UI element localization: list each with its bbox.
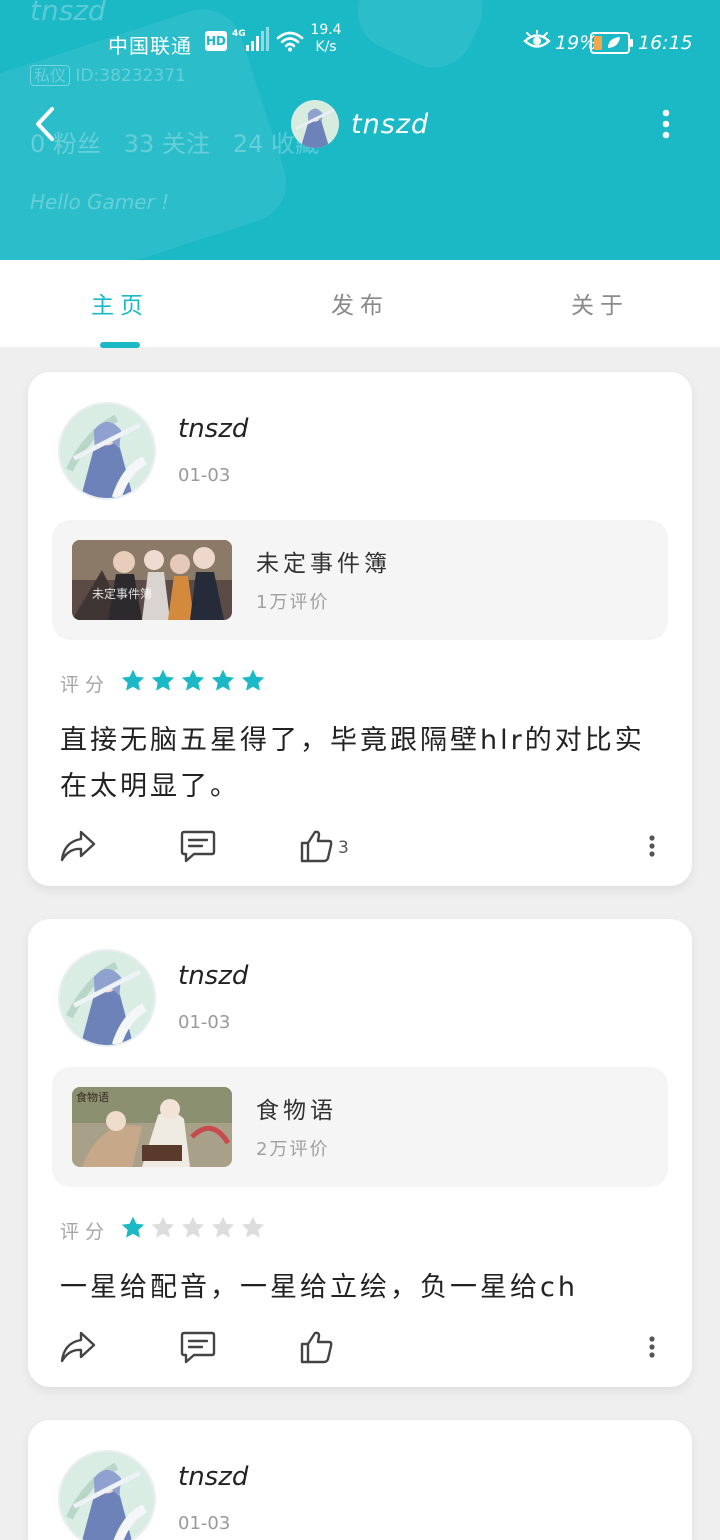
post-card[interactable]: tnszd 01-03 未定事件簿 未定事件簿 1万评价 评分 直接无脑五星得了…	[28, 372, 692, 886]
game-cover-text: 食物语	[76, 1090, 109, 1104]
avatar[interactable]	[58, 402, 156, 500]
game-link[interactable]: 未定事件簿 未定事件簿 1万评价	[52, 520, 668, 640]
speed-unit: K/s	[315, 39, 337, 55]
game-name: 未定事件簿	[256, 551, 391, 577]
post-date: 01-03	[178, 1513, 231, 1534]
share-icon	[60, 830, 96, 862]
tab-home[interactable]: 主页	[60, 286, 180, 320]
post-actions	[28, 1327, 692, 1367]
game-thumbnail: 未定事件簿	[72, 540, 232, 620]
share-button[interactable]	[60, 1327, 96, 1367]
like-button[interactable]	[300, 1327, 338, 1367]
header-bg-badge: 私仪	[30, 65, 71, 86]
network-type: 4G	[232, 29, 246, 39]
post-card[interactable]: tnszd 01-03	[28, 1420, 692, 1540]
star-icon	[181, 1216, 205, 1238]
comment-icon	[180, 830, 216, 863]
header-bg-stats: 0 粉丝 33 关注 24 收藏	[30, 130, 320, 158]
star-icon	[181, 669, 205, 691]
game-cover-image: 食物语	[72, 1087, 232, 1167]
more-options-button[interactable]	[650, 104, 682, 144]
star-icon	[211, 1216, 235, 1238]
share-icon	[60, 1331, 96, 1363]
game-name: 食物语	[256, 1098, 337, 1124]
eye-comfort-icon	[523, 30, 551, 48]
wifi-icon	[276, 31, 304, 52]
profile-header: tnszd 私仪 ID:38232371 0 粉丝 33 关注 24 收藏 He…	[0, 0, 720, 260]
avatar[interactable]	[58, 1450, 156, 1540]
post-more-button[interactable]	[648, 1327, 656, 1367]
comment-button[interactable]	[180, 826, 216, 866]
game-cover-text: 未定事件簿	[92, 586, 152, 601]
comment-icon	[180, 1331, 216, 1364]
avatar-image	[60, 404, 154, 498]
review-text[interactable]: 直接无脑五星得了，毕竟跟隔壁hlr的对比实在太明显了。	[60, 718, 660, 810]
post-card[interactable]: tnszd 01-03 食物语 食物语 2万评价 评分 一星给配音，一星给立绘，…	[28, 919, 692, 1387]
game-review-count: 1万评价	[256, 592, 330, 613]
page-title: tnszd	[351, 108, 430, 140]
avatar[interactable]	[58, 949, 156, 1047]
share-button[interactable]	[60, 826, 96, 866]
star-icon	[151, 1216, 175, 1238]
post-username[interactable]: tnszd	[178, 1462, 248, 1492]
clock: 16:15	[638, 32, 693, 54]
star-rating	[120, 1215, 266, 1241]
status-bar: 中国联通 HD 4G 19.4 K/s 19% 16:15	[0, 18, 720, 68]
avatar-image	[60, 951, 154, 1045]
header-bg-tagline: Hello Gamer !	[30, 190, 170, 214]
post-username[interactable]: tnszd	[178, 414, 248, 444]
post-date: 01-03	[178, 1012, 231, 1033]
avatar[interactable]	[291, 100, 339, 148]
post-date: 01-03	[178, 465, 231, 486]
hd-badge: HD	[205, 31, 227, 51]
review-text[interactable]: 一星给配音，一星给立绘，负一星给ch	[60, 1265, 660, 1311]
tab-about[interactable]: 关于	[540, 286, 660, 320]
back-button[interactable]	[28, 104, 62, 144]
like-count: 3	[338, 838, 349, 858]
header-title-group: tnszd	[291, 100, 429, 148]
thumbs-up-icon	[300, 830, 333, 863]
avatar-image	[291, 100, 339, 148]
star-icon	[121, 669, 145, 691]
network-speed: 19.4 K/s	[310, 22, 342, 56]
star-icon	[121, 1216, 145, 1238]
game-cover-image: 未定事件簿	[72, 540, 232, 620]
comment-button[interactable]	[180, 1327, 216, 1367]
avatar-image	[60, 1452, 154, 1540]
star-icon	[241, 669, 265, 691]
carrier-name: 中国联通	[108, 34, 192, 58]
speed-value: 19.4	[310, 22, 342, 38]
battery-icon	[590, 32, 633, 54]
more-vertical-icon	[649, 835, 655, 857]
profile-tabs: 主页 发布 关于	[0, 260, 720, 347]
star-icon	[211, 669, 235, 691]
header-bg-id: ID:38232371	[75, 66, 186, 86]
star-rating	[120, 668, 266, 694]
star-icon	[241, 1216, 265, 1238]
post-more-button[interactable]	[648, 826, 656, 866]
rating-label: 评分	[60, 1221, 111, 1243]
signal-icon: 4G	[232, 27, 269, 51]
more-vertical-icon	[662, 109, 670, 139]
game-review-count: 2万评价	[256, 1139, 330, 1160]
thumbs-up-icon	[300, 1331, 333, 1364]
like-button[interactable]: 3	[300, 826, 349, 866]
star-icon	[151, 669, 175, 691]
active-tab-indicator	[100, 342, 140, 348]
game-thumbnail: 食物语	[72, 1087, 232, 1167]
more-vertical-icon	[649, 1336, 655, 1358]
game-link[interactable]: 食物语 食物语 2万评价	[52, 1067, 668, 1187]
post-username[interactable]: tnszd	[178, 961, 248, 991]
rating-label: 评分	[60, 674, 111, 696]
tab-posts[interactable]: 发布	[300, 286, 420, 320]
chevron-left-icon	[36, 107, 54, 141]
post-actions: 3	[28, 826, 692, 866]
